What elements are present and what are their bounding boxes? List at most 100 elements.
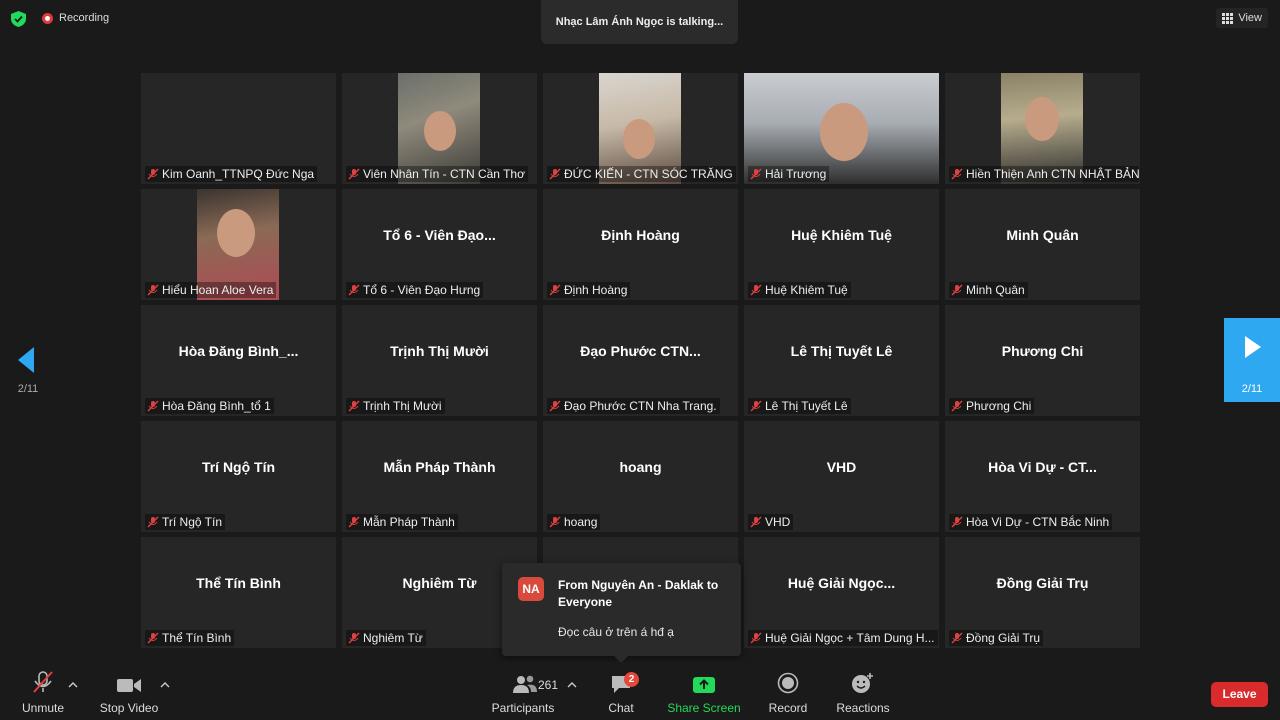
participants-count: 261 <box>538 678 559 692</box>
participant-name-label: hoang <box>547 514 601 530</box>
participant-name-label: Hòa Vi Dự - CTN Bắc Ninh <box>949 514 1113 530</box>
chevron-up-icon[interactable] <box>160 681 170 689</box>
participant-tile[interactable]: Hiểu Hoan Aloe Vera <box>141 189 336 300</box>
participant-name-label: Minh Quân <box>949 282 1028 298</box>
chevron-up-icon[interactable] <box>68 681 78 689</box>
reactions-label: Reactions <box>836 701 890 715</box>
participant-name-label: Phương Chi <box>949 398 1035 414</box>
reactions-button[interactable]: Reactions <box>834 662 892 720</box>
participant-display-name: Định Hoàng <box>601 226 680 243</box>
share-screen-label: Share Screen <box>667 701 741 715</box>
emoji-reaction-icon <box>852 673 873 693</box>
top-bar: Recording Nhạc Lâm Ánh Ngọc is talking..… <box>0 0 1280 44</box>
chat-message: Đọc câu ở trên á hđ ạ <box>558 625 674 639</box>
participant-display-name: Trịnh Thị Mười <box>390 342 489 359</box>
muted-mic-icon <box>549 168 561 180</box>
muted-mic-icon <box>147 400 159 412</box>
participant-tile[interactable]: Phương Chi Phương Chi <box>945 305 1140 416</box>
participants-label: Participants <box>491 701 555 715</box>
view-label: View <box>1238 12 1262 24</box>
recording-dot-icon <box>42 12 53 24</box>
participant-name-label: Hiền Thiện Anh CTN NHẬT BẢN <box>949 166 1139 182</box>
muted-mic-icon <box>549 284 561 296</box>
chevron-up-icon[interactable] <box>567 681 577 689</box>
participant-name-label: Định Hoàng <box>547 282 631 298</box>
participant-name-label: Nghiêm Từ <box>346 630 426 646</box>
participant-tile[interactable]: Hòa Vi Dự - CT... Hòa Vi Dự - CTN Bắc Ni… <box>945 421 1140 532</box>
participant-tile[interactable]: Huệ Giải Ngọc... Huệ Giải Ngọc + Tâm Dun… <box>744 537 939 648</box>
participant-name-label: Huệ Khiêm Tuệ <box>748 282 851 298</box>
participant-display-name: Huệ Khiêm Tuệ <box>791 226 892 243</box>
participant-tile[interactable]: Định Hoàng Định Hoàng <box>543 189 738 300</box>
stop-video-label: Stop Video <box>99 701 159 715</box>
participant-display-name: Minh Quân <box>1006 226 1079 243</box>
encryption-shield-icon[interactable] <box>11 11 26 27</box>
participant-display-name: Đồng Giải Trụ <box>996 574 1089 591</box>
participant-tile[interactable]: Lê Thị Tuyết Lê Lê Thị Tuyết Lê <box>744 305 939 416</box>
chat-button[interactable]: Chat <box>600 662 642 720</box>
participant-tile[interactable]: Tổ 6 - Viên Đạo... Tổ 6 - Viên Đạo Hưng <box>342 189 537 300</box>
unmute-button[interactable]: Unmute <box>18 662 68 720</box>
participants-icon <box>513 675 537 693</box>
grid-view-icon <box>1222 12 1234 24</box>
participant-display-name: VHD <box>826 458 857 475</box>
participant-tile[interactable]: Đạo Phước CTN... Đạo Phước CTN Nha Trang… <box>543 305 738 416</box>
arrow-right-icon <box>1245 336 1261 358</box>
meeting-toolbar: Unmute Stop Video Participants 261 Chat <box>0 662 1280 720</box>
view-button[interactable]: View <box>1216 8 1268 28</box>
share-screen-button[interactable]: Share Screen <box>667 662 741 720</box>
muted-mic-icon <box>951 284 963 296</box>
participant-name-label: Thể Tín Bình <box>145 630 235 646</box>
participant-display-name <box>141 73 336 164</box>
muted-mic-icon <box>549 516 561 528</box>
chat-notification-popup[interactable]: NA From Nguyên An - Daklak to Everyone Đ… <box>502 563 741 663</box>
participant-tile[interactable]: Huệ Khiêm Tuệ Huệ Khiêm Tuệ <box>744 189 939 300</box>
stop-video-button[interactable]: Stop Video <box>100 662 158 720</box>
participant-name-label: Trịnh Thị Mười <box>346 398 445 414</box>
participant-tile[interactable]: Minh Quân Minh Quân <box>945 189 1140 300</box>
participant-tile[interactable]: ĐỨC KIẾN - CTN SÓC TRĂNG <box>543 73 738 184</box>
recording-indicator[interactable]: Recording <box>42 12 109 24</box>
active-speaker-banner: Nhạc Lâm Ánh Ngọc is talking... <box>541 0 738 44</box>
muted-mic-icon <box>951 168 963 180</box>
muted-mic-icon <box>951 400 963 412</box>
chat-sender: From Nguyên An - Daklak to Everyone <box>558 578 719 609</box>
participant-display-name: hoang <box>619 458 662 475</box>
leave-button[interactable]: Leave <box>1211 682 1268 707</box>
arrow-left-icon <box>18 347 34 373</box>
participant-tile[interactable]: Hiền Thiện Anh CTN NHẬT BẢN <box>945 73 1140 184</box>
participant-tile[interactable]: Hòa Đăng Bình_... Hòa Đăng Bình_tổ 1 <box>141 305 336 416</box>
muted-mic-icon <box>348 284 360 296</box>
muted-mic-icon <box>750 284 762 296</box>
participant-name-label: Đạo Phước CTN Nha Trang. <box>547 398 720 414</box>
participant-tile[interactable]: Mẫn Pháp Thành Mẫn Pháp Thành <box>342 421 537 532</box>
muted-mic-icon <box>951 516 963 528</box>
participant-tile[interactable]: Viên Nhân Tín - CTN Cần Thơ <box>342 73 537 184</box>
muted-mic-icon <box>147 168 159 180</box>
participant-name-label: Đồng Giải Trụ <box>949 630 1044 646</box>
muted-mic-icon <box>147 516 159 528</box>
record-label: Record <box>768 701 808 715</box>
muted-mic-icon <box>549 400 561 412</box>
muted-mic-icon <box>348 516 360 528</box>
participant-tile[interactable]: VHD VHD <box>744 421 939 532</box>
participant-name-label: Tổ 6 - Viên Đạo Hưng <box>346 282 484 298</box>
participant-name-label: Hiểu Hoan Aloe Vera <box>145 282 277 298</box>
muted-mic-icon <box>348 400 360 412</box>
chat-unread-badge: 2 <box>624 672 639 687</box>
participant-tile[interactable]: Thể Tín Bình Thể Tín Bình <box>141 537 336 648</box>
participant-name-label: Hòa Đăng Bình_tổ 1 <box>145 398 274 414</box>
participant-tile[interactable]: Đồng Giải Trụ Đồng Giải Trụ <box>945 537 1140 648</box>
recording-label: Recording <box>59 12 110 24</box>
participant-tile[interactable]: Kim Oanh_TTNPQ Đức Nga <box>141 73 336 184</box>
page-indicator-left: 2/11 <box>17 383 39 395</box>
participant-tile[interactable]: Trịnh Thị Mười Trịnh Thị Mười <box>342 305 537 416</box>
participant-display-name: Phương Chi <box>1001 342 1084 359</box>
share-screen-icon <box>693 677 715 693</box>
record-button[interactable]: Record <box>766 662 810 720</box>
participant-display-name: Mẫn Pháp Thành <box>383 458 496 475</box>
participant-tile[interactable]: Hải Trương <box>744 73 939 184</box>
participant-display-name: Đạo Phước CTN... <box>580 342 701 359</box>
participant-tile[interactable]: Trí Ngộ Tín Trí Ngộ Tín <box>141 421 336 532</box>
participant-tile[interactable]: hoang hoang <box>543 421 738 532</box>
